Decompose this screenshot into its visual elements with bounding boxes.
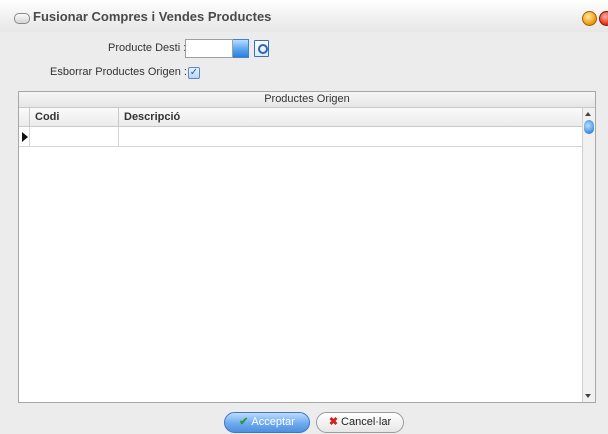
scroll-down-icon[interactable] [585, 394, 591, 398]
row-indicator-header [19, 108, 30, 126]
dialog-window: Fusionar Compres i Vendes Productes Prod… [0, 0, 608, 434]
accept-label: Acceptar [251, 416, 295, 428]
lookup-icon[interactable] [254, 40, 269, 57]
close-button[interactable] [599, 11, 608, 26]
title-bar[interactable]: Fusionar Compres i Vendes Productes [0, 0, 608, 32]
producte-desti-input[interactable] [185, 39, 233, 58]
cell-descripcio[interactable] [119, 127, 582, 146]
check-icon: ✔ [239, 416, 249, 428]
current-row-arrow-icon [22, 132, 28, 142]
esborrar-productes-label: Esborrar Productes Origen : [50, 66, 187, 78]
dropdown-arrow-icon[interactable] [233, 39, 249, 58]
x-icon: ✖ [328, 416, 339, 428]
scroll-up-icon[interactable] [585, 112, 591, 116]
row-indicator [19, 127, 30, 146]
producte-desti-label: Producte Desti : [108, 42, 187, 54]
panel-title: Productes Origen [19, 92, 595, 108]
productes-origen-panel: Productes Origen Codi Descripció [18, 91, 596, 403]
cell-codi[interactable] [30, 127, 119, 146]
column-header-codi[interactable]: Codi [30, 108, 119, 126]
window-menu-icon[interactable] [14, 13, 30, 24]
esborrar-productes-checkbox[interactable]: ✓ [188, 67, 200, 79]
column-header-descripcio[interactable]: Descripció [119, 108, 582, 126]
grid-header: Codi Descripció [19, 108, 582, 127]
cancel-label: Cancel·lar [341, 416, 392, 428]
vertical-scrollbar[interactable] [582, 108, 595, 402]
cancel-button[interactable]: ✖ Cancel·lar [316, 412, 404, 433]
table-row[interactable] [19, 127, 582, 147]
minimize-button[interactable] [582, 11, 597, 26]
accept-button[interactable]: ✔ Acceptar [224, 412, 310, 433]
scroll-thumb[interactable] [584, 120, 594, 134]
window-title: Fusionar Compres i Vendes Productes [33, 9, 272, 24]
